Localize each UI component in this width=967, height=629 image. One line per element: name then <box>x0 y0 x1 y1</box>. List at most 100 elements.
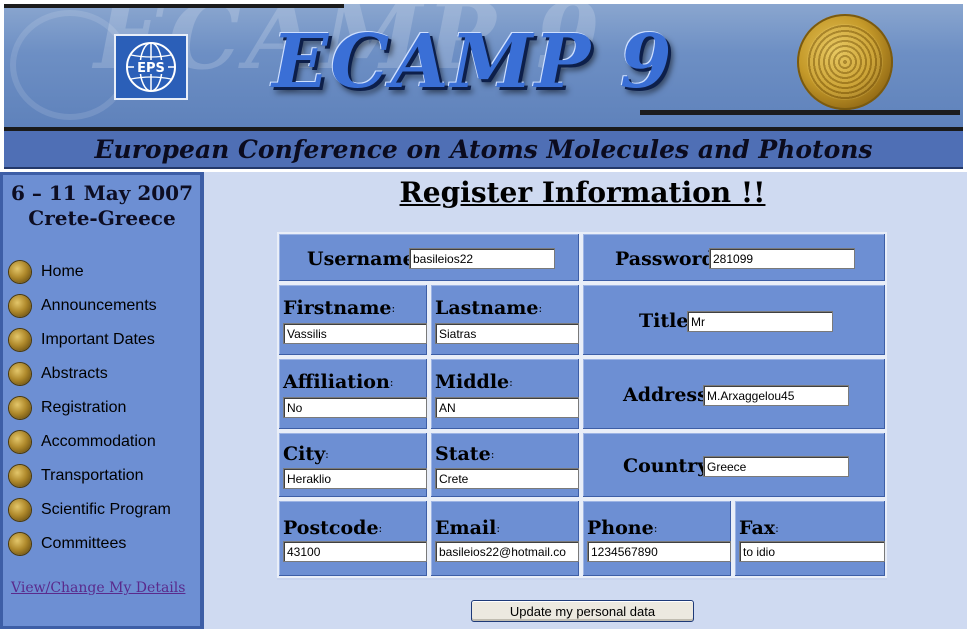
affiliation-cell: Affiliation: No <box>277 357 429 431</box>
address-label: Address <box>623 384 708 406</box>
colon: : <box>538 301 543 315</box>
colon: : <box>509 375 513 389</box>
view-change-details-link[interactable]: View/Change My Details <box>11 580 185 596</box>
sidebar-item-registration[interactable]: Registration <box>9 391 171 425</box>
fax-cell: Fax: to idio <box>733 499 887 578</box>
sidebar-item-scientific-program[interactable]: Scientific Program <box>9 493 171 527</box>
city-field[interactable]: Heraklio <box>283 468 427 489</box>
sidebar-item-abstracts[interactable]: Abstracts <box>9 357 171 391</box>
colon: : <box>496 521 501 535</box>
middle-field[interactable]: AN <box>435 397 579 418</box>
bullet-icon <box>9 499 31 521</box>
colon: : <box>490 447 495 461</box>
sidebar-item-committees[interactable]: Committees <box>9 527 171 561</box>
username-cell: Username: basileios22 <box>277 232 581 283</box>
site-banner: ECAMP 9 EPS ECAMP 9 European Conference … <box>0 0 967 172</box>
bullet-icon <box>9 261 31 283</box>
password-cell: Password: 281099 <box>581 232 887 283</box>
conference-title-logo: ECAMP 9 <box>272 19 674 105</box>
page-title: Register Information !! <box>399 176 766 209</box>
registration-form: Username: basileios22 Password: 281099 F… <box>277 232 887 580</box>
country-field[interactable]: Greece <box>703 456 849 477</box>
sidebar-item-label: Announcements <box>41 297 157 314</box>
colon: : <box>653 521 658 535</box>
bullet-icon <box>9 329 31 351</box>
sidebar-item-important-dates[interactable]: Important Dates <box>9 323 171 357</box>
bullet-icon <box>9 295 31 317</box>
city-cell: City: Heraklio <box>277 431 429 499</box>
sidebar-item-announcements[interactable]: Announcements <box>9 289 171 323</box>
address-cell: Address: M.Arxaggelou45 <box>581 357 887 431</box>
sidebar-item-label: Abstracts <box>41 365 108 382</box>
sidebar-item-label: Accommodation <box>41 433 156 450</box>
email-field[interactable]: basileios22@hotmail.co <box>435 541 579 562</box>
affiliation-field[interactable]: No <box>283 397 427 418</box>
eps-logo-text: EPS <box>137 61 165 76</box>
country-cell: Country: Greece <box>581 431 887 499</box>
city-label: City <box>283 443 326 465</box>
middle-cell: Middle: AN <box>429 357 581 431</box>
sidebar-nav: Home Announcements Important Dates Abstr… <box>9 255 171 561</box>
title-label: Title <box>639 310 689 332</box>
bullet-icon <box>9 431 31 453</box>
phone-field[interactable]: 1234567890 <box>587 541 731 562</box>
lastname-field[interactable]: Siatras <box>435 323 579 344</box>
lastname-label: Lastname <box>435 297 539 319</box>
colon: : <box>325 447 329 461</box>
email-label: Email <box>435 517 497 539</box>
event-dates: 6 – 11 May 2007 <box>11 181 193 205</box>
fax-field[interactable]: to idio <box>739 541 885 562</box>
affiliation-label: Affiliation <box>283 371 390 393</box>
password-label: Password <box>615 248 715 270</box>
title-cell: Title: Mr <box>581 283 887 357</box>
state-label: State <box>435 443 491 465</box>
email-cell: Email: basileios22@hotmail.co <box>429 499 581 578</box>
colon: : <box>775 521 779 535</box>
firstname-cell: Firstname: Vassilis <box>277 283 429 357</box>
fax-label: Fax <box>739 517 776 539</box>
banner-divider-right <box>640 110 960 115</box>
eps-logo: EPS <box>114 34 188 100</box>
coin-emblem <box>797 14 893 110</box>
sidebar-item-label: Home <box>41 263 84 280</box>
username-label: Username <box>307 248 415 270</box>
sidebar-item-label: Committees <box>41 535 127 552</box>
postcode-field[interactable]: 43100 <box>283 541 427 562</box>
colon: : <box>389 375 394 389</box>
colon: : <box>378 521 383 535</box>
bullet-icon <box>9 397 31 419</box>
colon: : <box>391 301 396 315</box>
title-field[interactable]: Mr <box>687 311 833 332</box>
username-field[interactable]: basileios22 <box>409 248 555 269</box>
sidebar-item-label: Important Dates <box>41 331 155 348</box>
sidebar-item-label: Transportation <box>41 467 144 484</box>
bullet-icon <box>9 363 31 385</box>
firstname-label: Firstname <box>283 297 392 319</box>
sidebar-item-transportation[interactable]: Transportation <box>9 459 171 493</box>
password-field[interactable]: 281099 <box>709 248 855 269</box>
globe-icon: EPS <box>126 42 176 92</box>
phone-label: Phone <box>587 517 654 539</box>
conference-subtitle: European Conference on Atoms Molecules a… <box>94 134 873 164</box>
firstname-field[interactable]: Vassilis <box>283 323 427 344</box>
sidebar: 6 – 11 May 2007 Crete-Greece Home Announ… <box>0 172 204 629</box>
address-field[interactable]: M.Arxaggelou45 <box>703 385 849 406</box>
event-info: 6 – 11 May 2007 Crete-Greece <box>3 181 201 231</box>
country-label: Country <box>623 455 709 477</box>
sidebar-item-label: Registration <box>41 399 127 416</box>
bullet-icon <box>9 533 31 555</box>
lastname-cell: Lastname: Siatras <box>429 283 581 357</box>
update-personal-data-button[interactable]: Update my personal data <box>471 600 694 622</box>
state-field[interactable]: Crete <box>435 468 579 489</box>
postcode-label: Postcode <box>283 517 379 539</box>
sidebar-item-accommodation[interactable]: Accommodation <box>9 425 171 459</box>
subtitle-bar: European Conference on Atoms Molecules a… <box>4 131 963 169</box>
state-cell: State: Crete <box>429 431 581 499</box>
phone-cell: Phone: 1234567890 <box>581 499 733 578</box>
postcode-cell: Postcode: 43100 <box>277 499 429 578</box>
sidebar-item-home[interactable]: Home <box>9 255 171 289</box>
bullet-icon <box>9 465 31 487</box>
middle-label: Middle <box>435 371 510 393</box>
banner-divider-top <box>4 4 344 8</box>
event-location: Crete-Greece <box>28 206 176 230</box>
